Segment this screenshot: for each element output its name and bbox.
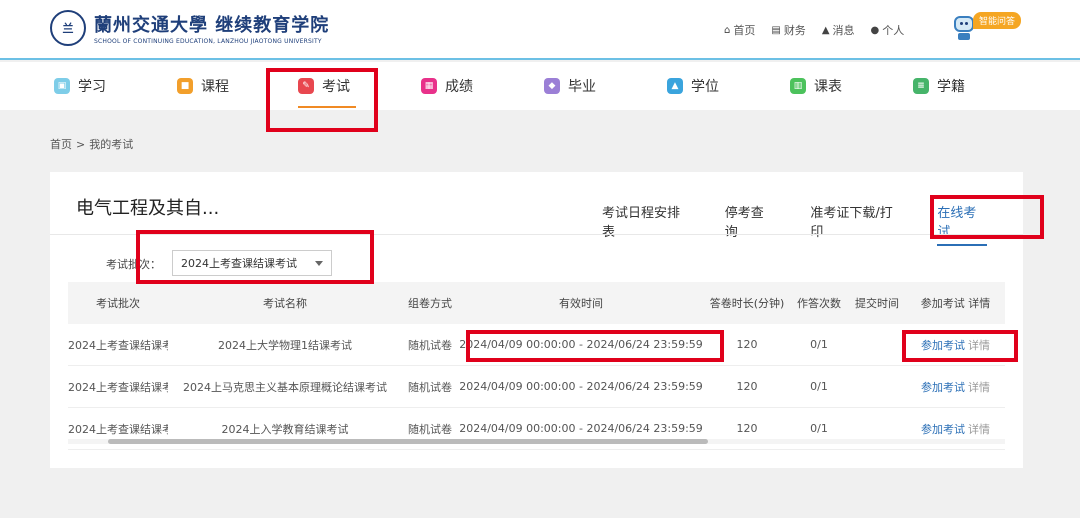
col-duration: 答卷时长(分钟) bbox=[709, 297, 785, 310]
enrollment-icon: ≡ bbox=[913, 78, 929, 94]
degree-icon: ▲ bbox=[667, 78, 683, 94]
header: 兰 蘭州交通大學 继续教育学院 SCHOOL OF CONTINUING EDU… bbox=[0, 0, 1080, 60]
table-row: 2024上考查课结课考试 2024上大学物理1结课考试 随机试卷 2024/04… bbox=[68, 324, 1005, 366]
row-method: 随机试卷 bbox=[408, 422, 452, 436]
graduation-icon: ◆ bbox=[544, 78, 560, 94]
assistant-bubble[interactable]: 智能问答 bbox=[973, 12, 1022, 29]
table-row: 2024上考查课结课考试 2024上马克思主义基本原理概论结课考试 随机试卷 2… bbox=[68, 366, 1005, 408]
university-seal-icon: 兰 bbox=[50, 10, 86, 46]
row-duration: 120 bbox=[736, 338, 758, 351]
logo-text: 蘭州交通大學 继续教育学院 SCHOOL OF CONTINUING EDUCA… bbox=[94, 11, 329, 45]
row-batch: 2024上考查课结课考试 bbox=[68, 380, 168, 394]
row-actions: 参加考试 详情 bbox=[906, 379, 1005, 395]
nav-item-enrollment[interactable]: ≡ 学籍 bbox=[913, 62, 965, 110]
user-icon: ● bbox=[870, 24, 880, 36]
divider bbox=[50, 234, 1023, 235]
col-attempts: 作答次数 bbox=[797, 297, 841, 310]
row-name: 2024上入学教育结课考试 bbox=[221, 422, 349, 436]
nav-item-course[interactable]: ■ 课程 bbox=[177, 62, 229, 110]
nav-item-graduation[interactable]: ◆ 毕业 bbox=[544, 62, 596, 110]
bell-icon: ▲ bbox=[821, 24, 830, 36]
nav-item-degree-label: 学位 bbox=[691, 79, 719, 95]
nav-item-graduation-label: 毕业 bbox=[568, 79, 596, 95]
nav-item-degree[interactable]: ▲ 学位 bbox=[667, 62, 719, 110]
home-icon: ⌂ bbox=[724, 24, 731, 36]
breadcrumb: 首页 > 我的考试 bbox=[50, 136, 137, 152]
course-icon: ■ bbox=[177, 78, 193, 94]
top-nav-finance-label: 财务 bbox=[783, 24, 806, 37]
breadcrumb-home[interactable]: 首页 bbox=[50, 138, 72, 151]
col-valid-time: 有效时间 bbox=[559, 297, 603, 310]
col-method: 组卷方式 bbox=[408, 297, 452, 310]
detail-link[interactable]: 详情 bbox=[968, 381, 990, 394]
nav-item-timetable[interactable]: ▥ 课表 bbox=[790, 62, 842, 110]
row-name: 2024上马克思主义基本原理概论结课考试 bbox=[183, 380, 387, 394]
row-batch: 2024上考查课结课考试 bbox=[68, 422, 168, 436]
col-batch: 考试批次 bbox=[96, 297, 140, 310]
nav-item-exam[interactable]: ✎ 考试 bbox=[298, 62, 356, 110]
join-exam-button[interactable]: 参加考试 bbox=[921, 381, 965, 394]
row-name: 2024上大学物理1结课考试 bbox=[218, 338, 352, 352]
timetable-icon: ▥ bbox=[790, 78, 806, 94]
top-nav-personal-label: 个人 bbox=[882, 24, 905, 37]
nav-item-enrollment-label: 学籍 bbox=[937, 79, 965, 95]
nav-item-study[interactable]: ▣ 学习 bbox=[54, 62, 106, 110]
row-batch: 2024上考查课结课考试 bbox=[68, 338, 168, 352]
row-method: 随机试卷 bbox=[408, 380, 452, 394]
row-attempts: 0/1 bbox=[810, 422, 828, 435]
top-nav-personal[interactable]: ● 个人 bbox=[871, 22, 905, 38]
score-icon: ▦ bbox=[421, 78, 437, 94]
scrollbar-thumb[interactable] bbox=[108, 439, 708, 444]
row-duration: 120 bbox=[736, 422, 758, 435]
col-submit-time: 提交时间 bbox=[855, 297, 899, 310]
join-exam-button[interactable]: 参加考试 bbox=[921, 339, 965, 352]
top-nav-home-label: 首页 bbox=[733, 24, 756, 37]
row-valid-time: 2024/04/09 00:00:00 - 2024/06/24 23:59:5… bbox=[459, 422, 703, 435]
exam-card: 电气工程及其自... 考试日程安排表 停考查询 准考证下载/打印 在线考试 考试… bbox=[50, 172, 1023, 468]
row-method: 随机试卷 bbox=[408, 338, 452, 352]
row-attempts: 0/1 bbox=[810, 338, 828, 351]
nav-item-score[interactable]: ▦ 成绩 bbox=[421, 62, 473, 110]
logo-title: 蘭州交通大學 继续教育学院 bbox=[94, 15, 330, 36]
university-logo[interactable]: 兰 蘭州交通大學 继续教育学院 SCHOOL OF CONTINUING EDU… bbox=[50, 10, 329, 46]
finance-icon: ▤ bbox=[771, 24, 781, 36]
nav-item-study-label: 学习 bbox=[78, 79, 106, 95]
col-actions: 参加考试 详情 bbox=[920, 297, 991, 310]
nav-item-exam-label: 考试 bbox=[322, 79, 350, 95]
breadcrumb-separator: > bbox=[76, 138, 86, 151]
breadcrumb-current: 我的考试 bbox=[89, 138, 134, 151]
top-nav-messages[interactable]: ▲ 消息 bbox=[822, 22, 855, 38]
logo-subtitle: SCHOOL OF CONTINUING EDUCATION, LANZHOU … bbox=[94, 38, 322, 45]
row-actions: 参加考试 详情 bbox=[906, 421, 1005, 437]
top-nav-finance[interactable]: ▤ 财务 bbox=[771, 22, 805, 38]
table-header: 考试批次 考试名称 组卷方式 有效时间 答卷时长(分钟) 作答次数 提交时间 参… bbox=[68, 282, 1005, 324]
nav-item-course-label: 课程 bbox=[201, 79, 229, 95]
row-valid-time: 2024/04/09 00:00:00 - 2024/06/24 23:59:5… bbox=[459, 380, 703, 393]
horizontal-scrollbar[interactable] bbox=[68, 439, 1005, 444]
exam-table: 考试批次 考试名称 组卷方式 有效时间 答卷时长(分钟) 作答次数 提交时间 参… bbox=[68, 282, 1005, 450]
join-exam-button[interactable]: 参加考试 bbox=[921, 423, 965, 436]
main-nav: ▣ 学习 ■ 课程 ✎ 考试 ▦ 成绩 ◆ 毕业 ▲ 学位 ▥ 课表 ≡ 学籍 bbox=[0, 62, 1080, 110]
batch-filter-label: 考试批次： bbox=[106, 258, 161, 271]
col-name: 考试名称 bbox=[263, 297, 307, 310]
top-nav: ⌂ 首页 ▤ 财务 ▲ 消息 ● 个人 bbox=[724, 22, 920, 38]
batch-select-value: 2024上考查课结课考试 bbox=[181, 257, 297, 270]
top-nav-messages-label: 消息 bbox=[832, 24, 855, 37]
row-actions: 参加考试 详情 bbox=[906, 337, 1005, 353]
detail-link[interactable]: 详情 bbox=[968, 339, 990, 352]
nav-item-score-label: 成绩 bbox=[445, 79, 473, 95]
page-title: 电气工程及其自... bbox=[76, 198, 220, 219]
row-valid-time: 2024/04/09 00:00:00 - 2024/06/24 23:59:5… bbox=[459, 338, 703, 351]
exam-icon: ✎ bbox=[298, 78, 314, 94]
study-icon: ▣ bbox=[54, 78, 70, 94]
row-attempts: 0/1 bbox=[810, 380, 828, 393]
detail-link[interactable]: 详情 bbox=[968, 423, 990, 436]
row-duration: 120 bbox=[736, 380, 758, 393]
chevron-down-icon bbox=[315, 260, 323, 266]
nav-item-timetable-label: 课表 bbox=[814, 79, 842, 95]
batch-select[interactable]: 2024上考查课结课考试 bbox=[172, 250, 332, 276]
top-nav-home[interactable]: ⌂ 首页 bbox=[724, 22, 755, 38]
